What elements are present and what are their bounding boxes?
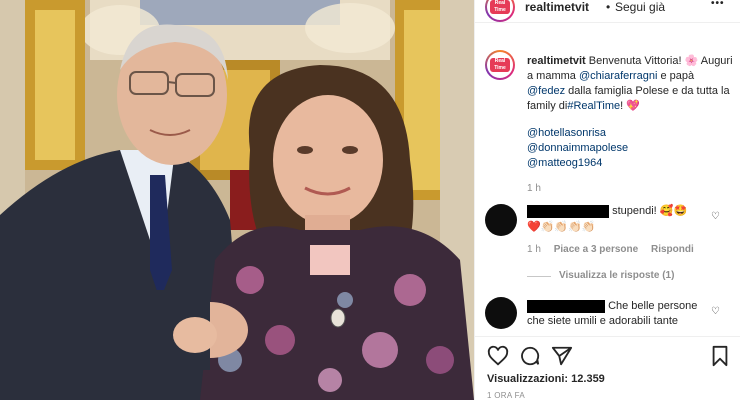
- logo-line1: Real: [494, 0, 506, 6]
- comment-icon[interactable]: [519, 345, 541, 367]
- realtime-logo: Real Time: [490, 58, 510, 72]
- post-sidebar: Real Time realtimetvit • Segui già ••• R…: [474, 0, 740, 400]
- comment-like-icon[interactable]: ♡: [711, 306, 720, 317]
- header-username[interactable]: realtimetvit: [525, 0, 589, 14]
- more-options-icon[interactable]: •••: [711, 0, 725, 9]
- header-avatar[interactable]: Real Time: [485, 0, 515, 22]
- comment-avatar[interactable]: [485, 204, 517, 236]
- comment-meta: 1 h Piace a 3 persone Rispondi: [527, 244, 694, 255]
- views-label: Visualizzazioni:: [487, 373, 569, 385]
- views-value: 12.359: [571, 373, 605, 385]
- comment-avatar[interactable]: [485, 297, 517, 329]
- comment-time[interactable]: 1 h: [527, 244, 541, 255]
- avatar-inner: Real Time: [487, 0, 513, 20]
- comment-like-icon[interactable]: ♡: [711, 211, 720, 222]
- share-icon[interactable]: [551, 345, 573, 367]
- comment-likes[interactable]: Piace a 3 persone: [554, 244, 639, 255]
- avatar-inner: Real Time: [487, 52, 513, 78]
- replies-separator: [527, 276, 551, 277]
- mention-hotellasonrisa[interactable]: @hotellasonrisa: [527, 126, 733, 141]
- comment-text-2: ❤️👏🏻👏🏻👏🏻👏🏻: [527, 221, 596, 233]
- mention-fedez[interactable]: @fedez: [527, 85, 565, 97]
- comment-body: stupendi! 🥰🤩 ❤️👏🏻👏🏻👏🏻👏🏻: [527, 203, 717, 235]
- post-timestamp[interactable]: 1 ORA FA: [487, 391, 525, 400]
- post-photo[interactable]: [0, 0, 474, 400]
- redacted-username: [527, 204, 609, 218]
- follow-button[interactable]: Segui già: [615, 0, 665, 14]
- reply-button[interactable]: Rispondi: [651, 244, 694, 255]
- action-bar: Visualizzazioni: 12.359 1 ORA FA: [475, 336, 740, 400]
- logo-line1: Real: [494, 58, 506, 64]
- like-heart-icon[interactable]: [487, 345, 509, 367]
- logo-line2: Time: [494, 65, 506, 71]
- mention-chiaraferragni[interactable]: @chiaraferragni: [579, 70, 657, 82]
- comment-body: Che belle persone che siete umili e ador…: [527, 299, 717, 329]
- mention-donnaimmapolese[interactable]: @donnaimmapolese: [527, 141, 733, 156]
- logo-line2: Time: [494, 7, 506, 13]
- comment-text: Che belle persone: [608, 300, 698, 312]
- view-replies-button[interactable]: Visualizza le risposte (1): [559, 270, 674, 281]
- caption-username[interactable]: realtimetvit: [527, 55, 586, 67]
- caption-time[interactable]: 1 h: [527, 181, 733, 196]
- post-photo-illustration: [0, 0, 474, 400]
- header-divider: [475, 22, 740, 23]
- save-bookmark-icon[interactable]: [709, 345, 731, 367]
- comment-text: stupendi! 🥰🤩: [612, 205, 688, 217]
- hashtag-realtime[interactable]: #RealTime: [567, 100, 620, 112]
- post-caption: realtimetvit Benvenuta Vittoria! 🌸 Augur…: [527, 54, 733, 196]
- redacted-username: [527, 300, 605, 313]
- caption-avatar[interactable]: Real Time: [485, 50, 515, 80]
- views-count[interactable]: Visualizzazioni: 12.359: [487, 373, 605, 385]
- realtime-logo: Real Time: [490, 0, 510, 14]
- caption-text-3: e papà: [660, 70, 695, 82]
- comment-text-2: che siete umili e adorabili tante: [527, 315, 679, 327]
- caption-text-1: Benvenuta Vittoria! 🌸: [588, 55, 699, 67]
- caption-text-5: ! 💖: [620, 100, 640, 112]
- mention-matteog1964[interactable]: @matteog1964: [527, 156, 733, 171]
- header-separator: •: [606, 0, 611, 14]
